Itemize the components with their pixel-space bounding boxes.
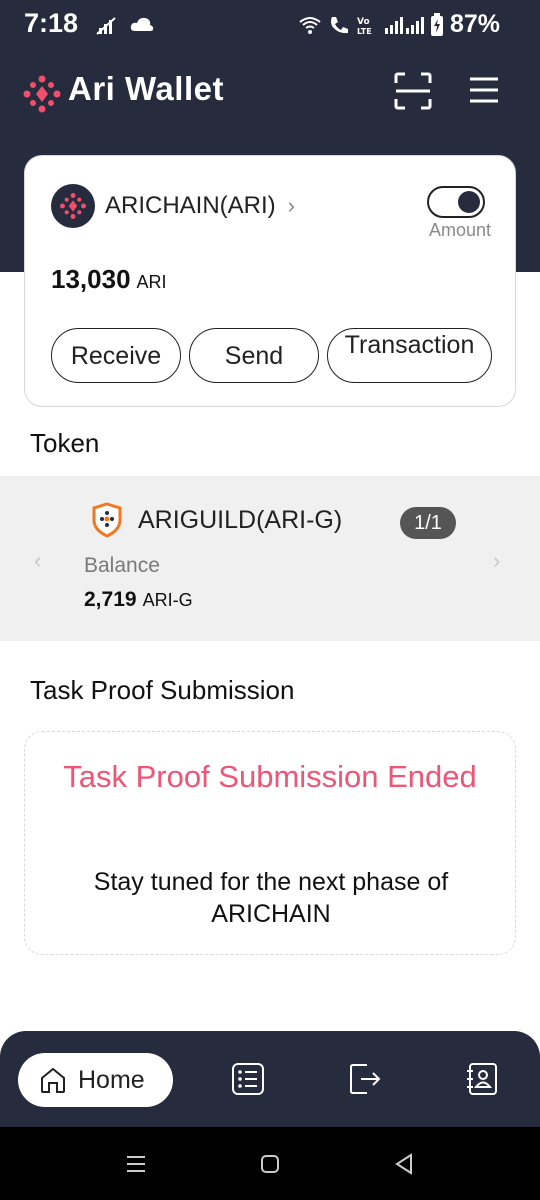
- task-proof-card: Task Proof Submission Ended Stay tuned f…: [24, 731, 516, 955]
- bottom-nav: Home: [0, 1031, 540, 1127]
- token-balance-unit: ARI-G: [142, 590, 193, 610]
- status-bar: 7:18 Vo LTE 87%: [0, 0, 540, 50]
- token-page-indicator: 1/1: [400, 507, 456, 539]
- nav-home-label: Home: [78, 1065, 145, 1094]
- back-icon[interactable]: [391, 1151, 417, 1177]
- status-time: 7:18: [24, 8, 79, 38]
- status-left-icons: [95, 14, 155, 36]
- ari-logo-icon: [23, 75, 61, 113]
- balance-amount: 13,030: [51, 264, 131, 294]
- task-ended-message: Task Proof Submission Ended: [63, 759, 477, 794]
- toggle-knob: [458, 191, 480, 213]
- wallet-card: ARICHAIN(ARI) › Amount 13,030 ARI Receiv…: [24, 155, 516, 407]
- home-icon: [41, 1067, 65, 1093]
- carousel-next-icon[interactable]: ›: [493, 548, 500, 574]
- token-balance: 2,719 ARI-G: [84, 588, 193, 612]
- home-system-icon[interactable]: [257, 1151, 283, 1177]
- task-subtitle: Stay tuned for the next phase of ARICHAI…: [93, 868, 449, 928]
- battery-icon: [430, 12, 443, 36]
- exit-icon[interactable]: [347, 1061, 383, 1097]
- chevron-right-icon: ›: [287, 193, 295, 218]
- app-title: Ari Wallet: [68, 70, 224, 107]
- signal-icon: [384, 16, 424, 34]
- amount-toggle[interactable]: [427, 186, 485, 218]
- app-bar: Ari Wallet: [0, 62, 540, 122]
- system-nav-bar: [0, 1127, 540, 1200]
- token-balance-amount: 2,719: [84, 588, 137, 611]
- nav-home-button[interactable]: Home: [18, 1053, 173, 1107]
- scan-icon[interactable]: [392, 70, 434, 112]
- signal-boost-icon: [96, 17, 116, 35]
- chain-logo-icon: [51, 184, 95, 228]
- send-button[interactable]: Send: [189, 328, 319, 383]
- wifi-icon: [299, 16, 321, 34]
- token-carousel: ‹ ARIGUILD(ARI-G) 1/1 Balance 2,719 ARI-…: [0, 476, 540, 641]
- status-right: Vo LTE 87%: [298, 10, 500, 39]
- transaction-button[interactable]: Transaction: [327, 328, 492, 383]
- token-balance-label: Balance: [84, 554, 160, 577]
- amount-toggle-label: Amount: [428, 220, 491, 240]
- svg-text:LTE: LTE: [357, 27, 372, 36]
- chain-name: ARICHAIN(ARI): [105, 192, 276, 219]
- token-section-title: Token: [30, 428, 100, 458]
- svg-text:Vo: Vo: [357, 17, 370, 27]
- carousel-prev-icon[interactable]: ‹: [34, 548, 41, 574]
- token-name: ARIGUILD(ARI-G): [138, 506, 343, 534]
- battery-percentage: 87%: [449, 10, 500, 38]
- balance-unit: ARI: [136, 272, 167, 292]
- task-list-icon[interactable]: [230, 1061, 266, 1097]
- wallet-balance: 13,030 ARI: [51, 264, 167, 295]
- chain-selector[interactable]: ARICHAIN(ARI) ›: [51, 184, 295, 228]
- recent-apps-icon[interactable]: [123, 1151, 149, 1177]
- task-section-title: Task Proof Submission: [30, 675, 295, 705]
- receive-button[interactable]: Receive: [51, 328, 181, 383]
- ariguild-shield-icon: [92, 502, 122, 538]
- volte-icon: VoLTE: [357, 17, 372, 36]
- contacts-book-icon[interactable]: [464, 1061, 500, 1097]
- cloud-icon: [130, 17, 154, 31]
- menu-icon[interactable]: [466, 72, 502, 108]
- call-icon: [330, 16, 348, 33]
